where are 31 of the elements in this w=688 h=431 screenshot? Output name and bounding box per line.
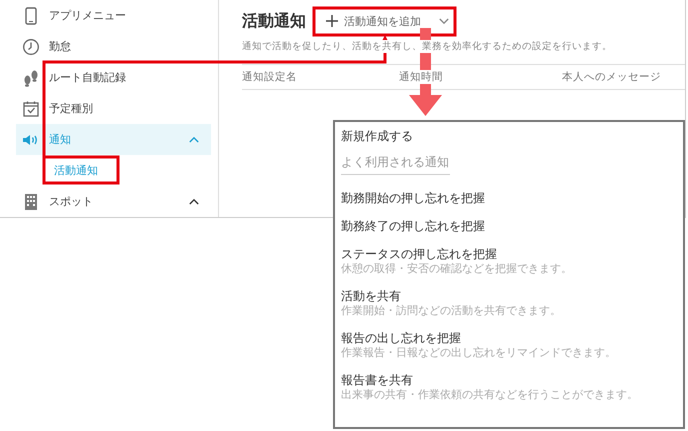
- menu-item[interactable]: 活動を共有 作業開始・訪問などの活動を共有できます。: [341, 289, 677, 318]
- menu-item[interactable]: 勤務開始の押し忘れを把握: [341, 191, 677, 206]
- menu-item[interactable]: 勤務終了の押し忘れを把握: [341, 219, 677, 234]
- clock-icon: [22, 38, 40, 56]
- plus-icon: [326, 15, 338, 27]
- menu-item[interactable]: 報告書を共有 出来事の共有・作業依頼の共有などを行うことができます。: [341, 373, 677, 402]
- menu-item[interactable]: 報告の出し忘れを把握 作業報告・日報などの出し忘れをリマインドできます。: [341, 331, 677, 360]
- sidebar-item[interactable]: アプリメニュー: [16, 0, 211, 31]
- sidebar-item[interactable]: スポット: [16, 186, 211, 217]
- section-heading: よく利用される通知: [341, 154, 450, 175]
- menu-item[interactable]: 新規作成する: [341, 126, 677, 146]
- menu-item[interactable]: ステータスの押し忘れを把握 休憩の取得・安否の確認などを把握できます。: [341, 247, 677, 276]
- menu-item-label: 報告書を共有: [341, 373, 414, 388]
- menu-item-description: 休憩の取得・安否の確認などを把握できます。: [341, 262, 573, 276]
- chevron-down-icon: [439, 18, 449, 24]
- column-header: 本人へのメッセージ: [562, 70, 661, 84]
- sidebar-item[interactable]: 予定種別: [16, 93, 211, 124]
- menu-item-label: 活動を共有: [341, 289, 402, 304]
- menu-item-description: 出来事の共有・作業依頼の共有などを行うことができます。: [341, 388, 639, 402]
- calendar-check-icon: [22, 100, 40, 118]
- menu-item-label: 報告の出し忘れを把握: [341, 331, 462, 346]
- chevron-up-icon[interactable]: [189, 198, 199, 205]
- sidebar-item[interactable]: ルート自動記録: [16, 62, 211, 93]
- footprints-icon: [22, 68, 40, 86]
- building-icon: [22, 192, 40, 210]
- add-button[interactable]: 活動通知を追加: [318, 8, 457, 34]
- sidebar-item[interactable]: 勤怠: [16, 31, 211, 62]
- menu-item-description: 作業開始・訪問などの活動を共有できます。: [341, 304, 562, 318]
- menu-item-description: 作業報告・日報などの出し忘れをリマインドできます。: [341, 346, 617, 360]
- menu-item-label: ステータスの押し忘れを把握: [341, 247, 498, 262]
- page-title: 活動通知: [242, 10, 306, 32]
